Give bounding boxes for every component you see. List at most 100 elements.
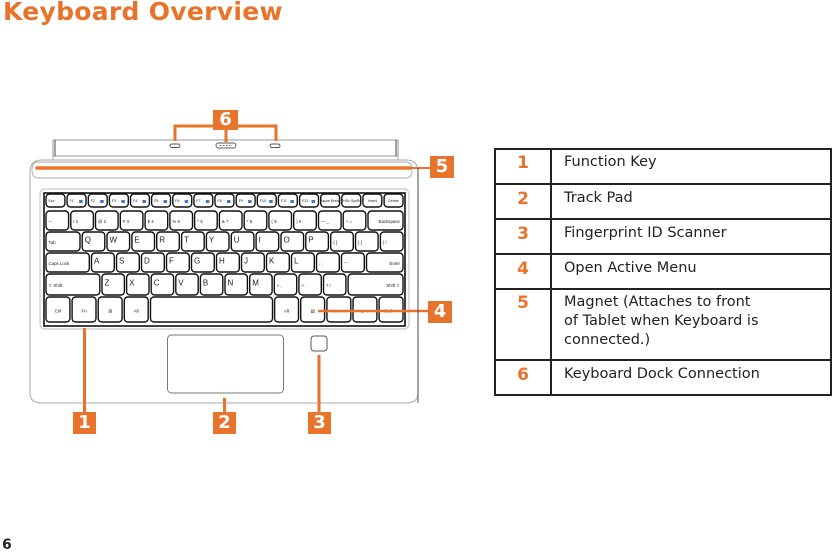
key: H [215,252,240,273]
key: ! 1 [70,210,95,231]
key-label: P [308,235,313,244]
legend-number: 1 [494,148,552,185]
function-icon [205,200,210,203]
key: % 5 [169,210,194,231]
key-label: F1 [70,199,74,203]
key-grid: Esc F1 F2 F3 F4 F5 F6 F7 F8 F9 F10 F11 F12 Pause Brea… [45,193,404,323]
key: R [155,231,180,252]
function-icon [269,200,273,203]
key-label: F12 [302,199,308,203]
key: F12 [298,193,320,208]
key: Ctrl [45,296,71,323]
function-icon [248,200,252,203]
key: M [248,273,273,296]
key-label: ! 1 [73,219,78,224]
key: D [140,252,165,273]
key: B [199,273,224,296]
key-label: B [203,279,208,288]
key-label: F2 [91,199,95,203]
key-label: Insert [368,199,377,203]
key: ▲ ▼ [352,296,378,323]
key-label: ? / [326,283,332,288]
key-label: H [219,256,225,265]
key-label: ) 0 [296,219,302,224]
key-label: : ; [319,261,323,266]
key-label: > . [301,283,306,288]
key-label: F6 [175,199,179,203]
key: T [180,231,205,252]
key: A [90,252,115,273]
callout-6: 6 [213,110,238,130]
key: Q [81,231,106,252]
key: ? / [322,273,347,296]
key-label: @ 2 [98,219,107,224]
key: @ 2 [94,210,119,231]
key-label: Enter [390,261,401,266]
key: S [115,252,140,273]
key-label: K [269,256,275,265]
function-icon [184,200,189,203]
key: Home ◄ [326,296,352,323]
key-label: F10 [260,199,266,203]
key: # 3 [119,210,144,231]
key-label: Z [105,279,110,288]
key: * 8 [243,210,268,231]
key-label: W [110,235,118,244]
key: ^ 6 [193,210,218,231]
key: Pause Break [320,193,341,208]
key-label: U [234,235,240,244]
key-label: I [259,235,261,244]
key: Insert [362,193,383,208]
key: Delete [383,193,404,208]
key-label: T [184,235,189,244]
key-label: & 7 [222,219,229,224]
legend-row: 1 Function Key [494,148,832,185]
key: Fn [71,296,97,323]
key: > . [298,273,322,296]
legend-number: 6 [494,359,552,396]
key: W [106,231,131,252]
legend-number: 5 [494,288,552,361]
key: F [165,252,190,273]
key: + = [342,210,367,231]
key-label: — _ [321,219,330,224]
function-icon [142,200,146,203]
key-label: Esc [49,199,55,203]
key-label: + = [346,219,353,224]
key-label: Shift ⇧ [386,283,400,288]
legend-label: Track Pad [550,183,832,220]
key-label: X [129,279,135,288]
key: Caps Lock [45,252,90,273]
key: L [290,252,315,273]
key: F9 [235,193,256,208]
key-label: Caps Lock [49,261,71,266]
key-label: F [169,256,174,265]
key: " ' [340,252,365,273]
key: ( 9 [268,210,293,231]
key-label: ^ 6 [197,219,203,224]
key-label: } ] [358,240,362,245]
key: Backspace [367,210,404,231]
key-label: F7 [196,199,200,203]
key: K [265,252,290,273]
legend-table: 1 Function Key 2 Track Pad 3 Fingerprint… [494,148,832,396]
key-label: ( 9 [271,219,277,224]
key: $ 4 [144,210,169,231]
legend-row: 6 Keyboard Dock Connection [494,359,832,396]
key-label: C [154,279,160,288]
key: Z [101,273,126,296]
page-number: 6 [2,537,12,553]
key-label: " ' [344,261,348,266]
key-label: A [94,256,100,265]
legend-row: 2 Track Pad [494,183,832,220]
key: F6 [172,193,193,208]
key-label: Pause Break [320,199,341,203]
key: ⊞ [97,296,123,323]
function-icon [311,200,315,203]
key-label: * 8 [247,219,253,224]
key: ⇧ Shift [45,273,101,296]
legend-label: Fingerprint ID Scanner [550,218,832,255]
key: Tab [45,231,81,252]
function-icon [290,200,294,203]
key: N [224,273,249,296]
